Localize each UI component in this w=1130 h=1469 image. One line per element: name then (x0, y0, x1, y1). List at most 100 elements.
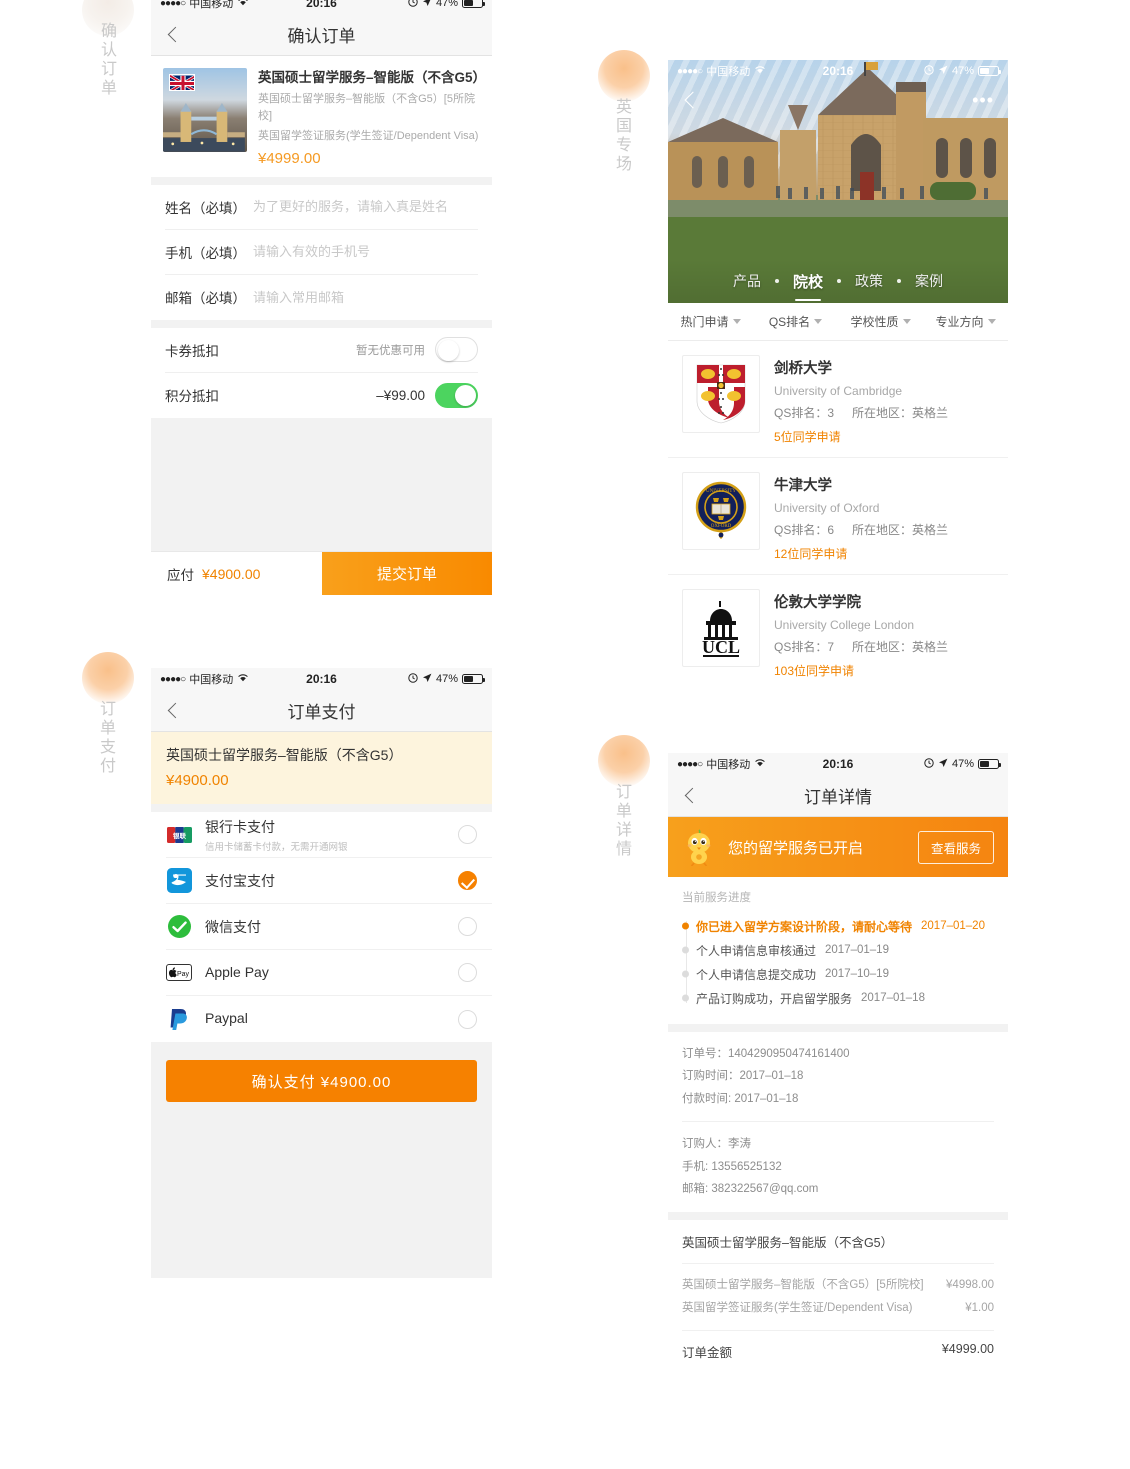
form-row-email[interactable]: 邮箱（必填） (165, 275, 478, 320)
email-input[interactable] (253, 289, 478, 305)
tab-products[interactable]: 产品 (719, 271, 775, 291)
region-value: 英格兰 (912, 523, 949, 537)
filter-major[interactable]: 专业方向 (923, 313, 1008, 330)
progress-step: 产品订购成功，开启留学服务 2017–01–18 (696, 986, 994, 1010)
university-name-en: University College London (774, 618, 915, 632)
radio-applepay[interactable] (458, 963, 477, 982)
unionpay-icon: 银联 (166, 822, 192, 848)
progress-step: 个人申请信息提交成功 2017–10–19 (696, 962, 994, 986)
payment-summary: 英国硕士留学服务–智能版（不含G5） ¥4900.00 (151, 732, 492, 804)
filter-hot-applications[interactable]: 热门申请 (668, 313, 753, 330)
list-item[interactable]: UNIVERSITY OXFORD 牛津大学 University of Oxf… (668, 458, 1008, 575)
bridge-illustration (163, 103, 245, 152)
payment-method-paypal[interactable]: Paypal (166, 996, 492, 1042)
back-button[interactable] (682, 90, 702, 110)
hero-navbar: ••• (668, 82, 1008, 118)
filter-school-type[interactable]: 学校性质 (838, 313, 923, 330)
oxford-crest-icon: UNIVERSITY OXFORD (682, 472, 760, 550)
payment-method-alipay[interactable]: 支付宝支付 (166, 858, 492, 904)
filter-label: QS排名 (768, 315, 811, 329)
buyer-form: 姓名（必填） 手机（必填） 邮箱（必填） (151, 184, 492, 320)
qs-rank-value: 6 (827, 523, 835, 537)
step-date: 2017–01–19 (825, 944, 889, 956)
svg-text:OXFORD: OXFORD (711, 524, 732, 529)
payment-method-wechat[interactable]: 微信支付 (166, 904, 492, 950)
tab-cases[interactable]: 案例 (901, 271, 957, 291)
order-product-title: 英国硕士留学服务–智能版（不含G5） (682, 1220, 994, 1264)
side-label-order-pay: 订单支付 (97, 700, 114, 776)
qs-rank-value: 7 (827, 640, 835, 654)
product-card[interactable]: 英国硕士留学服务–智能版（不含G5） 英国硕士留学服务–智能版（不含G5）[5所… (151, 56, 492, 177)
form-row-phone[interactable]: 手机（必填） (165, 230, 478, 275)
name-input[interactable] (253, 199, 478, 215)
coupon-side: 暂无优惠可用 (356, 337, 478, 363)
content-spacer (151, 417, 492, 551)
payment-method-list: 银联 银行卡支付 信用卡储蓄卡付款，无需开通网银 支付宝支付 微信支付 Pay … (151, 812, 492, 1042)
phone-input[interactable] (253, 244, 478, 260)
page-title: 订单支付 (287, 703, 356, 722)
points-toggle[interactable] (435, 382, 478, 408)
region-label: 所在地区： (852, 640, 913, 654)
discount-block: 卡券抵扣 暂无优惠可用 积分抵扣 –¥99.00 (151, 327, 492, 418)
coupon-row[interactable]: 卡券抵扣 暂无优惠可用 (165, 328, 478, 373)
payment-method-applepay[interactable]: Pay Apple Pay (166, 950, 492, 996)
coupon-toggle[interactable] (435, 337, 478, 363)
status-bar: ●●●●○ 中国移动 20:16 47% (668, 753, 1008, 775)
submit-bar: 应付 ¥4900.00 提交订单 (151, 551, 492, 595)
more-options-icon[interactable]: ••• (972, 91, 994, 109)
points-row[interactable]: 积分抵扣 –¥99.00 (165, 373, 478, 418)
payment-time: 付款时间: 2017–01–18 (682, 1092, 799, 1105)
product-info: 英国硕士留学服务–智能版（不含G5） 英国硕士留学服务–智能版（不含G5）[5所… (258, 68, 487, 167)
region: 所在地区：英格兰 (852, 638, 948, 655)
region: 所在地区：英格兰 (852, 404, 948, 421)
service-progress: 当前服务进度 你已进入留学方案设计阶段，请耐心等待 2017–01–20 个人申… (668, 877, 1008, 1024)
uk-flag-icon (169, 74, 195, 91)
screen-uk-special: ●●●●○ 中国移动 20:16 47% ••• 产品 院校 政策 案例 热门申… (668, 60, 1008, 681)
university-info: 牛津大学 University of Oxford QS排名：6 所在地区：英格… (774, 472, 994, 562)
list-item[interactable]: UCL 伦敦大学学院 University College London QS排… (668, 575, 1008, 681)
radio-alipay[interactable] (458, 871, 477, 890)
chevron-down-icon (987, 319, 996, 324)
buyer-name: 订购人：李涛 (682, 1138, 751, 1151)
radio-wechat[interactable] (458, 917, 477, 936)
navbar-confirm-order: 确认订单 (151, 14, 492, 56)
product-subtitle-2: 英国留学签证服务(学生签证/Dependent Visa) (258, 130, 479, 143)
order-item-price: ¥1.00 (965, 1301, 994, 1314)
applicant-count: 5位同学申请 (774, 430, 841, 444)
back-button[interactable] (165, 701, 185, 721)
confirm-payment-button[interactable]: 确认支付 ¥4900.00 (166, 1060, 477, 1102)
tab-schools[interactable]: 院校 (779, 271, 837, 292)
service-status-text: 您的留学服务已开启 (728, 839, 864, 857)
status-bar-time: 20:16 (822, 64, 854, 78)
qs-rank: QS排名：7 (774, 638, 834, 655)
list-item[interactable]: 剑桥大学 University of Cambridge QS排名：3 所在地区… (668, 341, 1008, 458)
status-bar-time: 20:16 (306, 672, 337, 686)
university-info: 剑桥大学 University of Cambridge QS排名：3 所在地区… (774, 355, 994, 445)
ucl-logo-icon: UCL (682, 589, 760, 667)
back-button[interactable] (682, 786, 702, 806)
chevron-down-icon (732, 319, 741, 324)
product-title: 英国硕士留学服务–智能版（不含G5） (258, 70, 487, 85)
status-bar: ●●●●○ 中国移动 20:16 47% (151, 0, 492, 14)
order-total-value: ¥4999.00 (941, 1341, 994, 1356)
radio-paypal[interactable] (458, 1009, 477, 1029)
payment-method-bankcard[interactable]: 银联 银行卡支付 信用卡储蓄卡付款，无需开通网银 (166, 812, 492, 858)
university-info: 伦敦大学学院 University College London QS排名：7 … (774, 589, 994, 679)
filter-qs-rank[interactable]: QS排名 (753, 313, 838, 330)
form-row-name[interactable]: 姓名（必填） (165, 185, 478, 230)
order-item-list: 英国硕士留学服务–智能版（不含G5）[5所院校] ¥4998.00 英国留学签证… (682, 1264, 994, 1331)
navbar-order-pay: 订单支付 (151, 690, 492, 732)
payment-method-text: 银行卡支付 信用卡储蓄卡付款，无需开通网银 (205, 817, 445, 853)
view-service-button[interactable]: 查看服务 (917, 830, 994, 864)
qs-rank: QS排名：6 (774, 521, 834, 538)
svg-text:Pay: Pay (177, 971, 190, 978)
back-button[interactable] (165, 25, 185, 45)
submit-order-button[interactable]: 提交订单 (322, 552, 492, 595)
payment-method-desc: 信用卡储蓄卡付款，无需开通网银 (205, 841, 348, 853)
status-bar: ●●●●○ 中国移动 20:16 47% (151, 668, 492, 690)
paypal-icon (166, 1006, 192, 1032)
payable-amount: ¥4900.00 (202, 565, 261, 582)
university-name-en: University of Oxford (774, 501, 880, 515)
tab-policy[interactable]: 政策 (841, 271, 897, 291)
radio-bankcard[interactable] (458, 825, 477, 844)
